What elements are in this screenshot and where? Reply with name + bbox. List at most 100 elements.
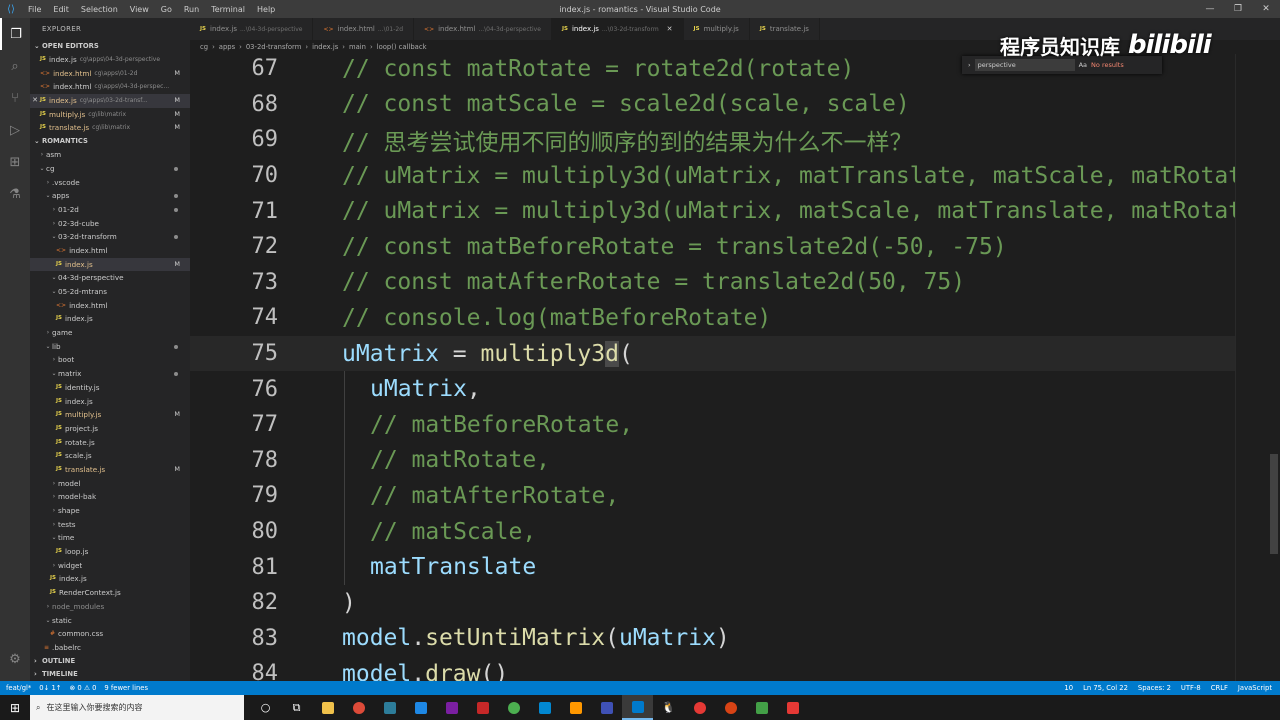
problems-status[interactable]: ⊗ 0 ⚠ 0 <box>70 684 97 692</box>
task-view-icon[interactable]: ⧉ <box>281 695 312 720</box>
app-icon[interactable] <box>436 695 467 720</box>
folder-item[interactable]: ⌄ apps <box>30 189 190 203</box>
code-text[interactable]: // uMatrix = multiply3d(uMatrix, matScal… <box>342 198 1235 224</box>
file-item[interactable]: JS RenderContext.js <box>30 586 190 600</box>
open-editor-item[interactable]: <> index.html cg\apps\01-2d M <box>30 67 190 81</box>
sync-status[interactable]: 0↓ 1↑ <box>39 684 61 692</box>
code-line[interactable]: 71 // uMatrix = multiply3d(uMatrix, matSc… <box>190 193 1236 229</box>
eol[interactable]: CRLF <box>1211 684 1228 692</box>
folder-item[interactable]: › model-bak <box>30 490 190 504</box>
file-item[interactable]: JS translate.js M <box>30 463 190 477</box>
code-text[interactable]: // const matBeforeRotate = translate2d(-… <box>342 234 1007 260</box>
file-item[interactable]: JS project.js <box>30 422 190 436</box>
app-icon[interactable] <box>591 695 622 720</box>
breadcrumb-item[interactable]: main <box>349 43 366 51</box>
code-line[interactable]: 74 // console.log(matBeforeRotate) <box>190 300 1235 336</box>
run-debug-icon[interactable]: ▷ <box>0 114 30 146</box>
folder-item[interactable]: ⌄ static <box>30 614 190 628</box>
chevron-right-icon[interactable]: › <box>968 61 971 69</box>
folder-item[interactable]: › asm <box>30 148 190 162</box>
file-item[interactable]: <> index.html <box>30 244 190 258</box>
folder-item[interactable]: ⌄ lib <box>30 340 190 354</box>
file-item[interactable]: JS index.js <box>30 572 190 586</box>
windows-start-icon[interactable]: ⊞ <box>0 701 30 715</box>
menu-item-selection[interactable]: Selection <box>75 5 124 14</box>
match-case-icon[interactable]: Aa <box>1079 61 1087 69</box>
code-line[interactable]: 81 matTranslate <box>190 549 1235 585</box>
outline-header[interactable]: › OUTLINE <box>30 655 190 668</box>
code-line[interactable]: 75 uMatrix = multiply3d( <box>190 335 1235 372</box>
code-line[interactable]: 80 // matScale, <box>190 514 1235 550</box>
app-icon[interactable] <box>467 695 498 720</box>
breadcrumb-item[interactable]: cg <box>200 43 208 51</box>
app-icon[interactable] <box>560 695 591 720</box>
chrome-icon[interactable] <box>343 695 374 720</box>
breadcrumb-item[interactable]: 03-2d-transform <box>246 43 302 51</box>
timeline-header[interactable]: › TIMELINE <box>30 668 190 681</box>
menu-item-terminal[interactable]: Terminal <box>205 5 251 14</box>
vscode-taskbar-icon[interactable] <box>622 695 653 720</box>
breadcrumb-item[interactable]: apps <box>219 43 235 51</box>
close-icon[interactable]: ✕ <box>30 94 40 108</box>
code-text[interactable]: uMatrix, <box>370 376 481 402</box>
editor-tab[interactable]: JS multiply.js <box>684 18 750 40</box>
taskbar-search[interactable]: ⌕ 在这里输入你要搜索的内容 <box>30 695 244 720</box>
code-text[interactable]: uMatrix = multiply3d( <box>342 340 633 367</box>
branch-status[interactable]: feat/gl* <box>6 684 31 692</box>
folder-item[interactable]: ⌄ cg <box>30 162 190 176</box>
encoding[interactable]: UTF-8 <box>1181 684 1201 692</box>
editor-scrollbar[interactable] <box>1235 54 1280 681</box>
open-editor-item[interactable]: JS translate.js cg\lib\matrix M <box>30 121 190 135</box>
folder-item[interactable]: ⌄ time <box>30 531 190 545</box>
app-icon[interactable] <box>777 695 808 720</box>
menu-item-run[interactable]: Run <box>178 5 205 14</box>
code-editor[interactable]: 67 // const matRotate = rotate2d(rotate) 6… <box>190 54 1235 681</box>
menu-item-edit[interactable]: Edit <box>47 5 75 14</box>
file-item[interactable]: JS index.js <box>30 312 190 326</box>
language-mode[interactable]: JavaScript <box>1238 684 1272 692</box>
open-editor-item[interactable]: JS index.js cg\apps\04-3d-perspective <box>30 53 190 67</box>
code-text[interactable]: matTranslate <box>370 554 536 580</box>
code-text[interactable]: model.setUntiMatrix(uMatrix) <box>342 625 730 651</box>
mail-icon[interactable] <box>529 695 560 720</box>
folder-item[interactable]: › node_modules <box>30 600 190 614</box>
code-text[interactable]: // matScale, <box>370 519 536 545</box>
file-item[interactable]: JS multiply.js M <box>30 408 190 422</box>
code-text[interactable]: // 思考尝试使用不同的顺序的到的结果为什么不一样？ <box>342 123 913 157</box>
file-item[interactable]: # common.css <box>30 627 190 641</box>
code-line[interactable]: 77 // matBeforeRotate, <box>190 407 1235 443</box>
file-explorer-icon[interactable] <box>312 695 343 720</box>
code-line[interactable]: 84 model.draw() <box>190 656 1235 681</box>
code-text[interactable]: // uMatrix = multiply3d(uMatrix, matTran… <box>342 163 1235 189</box>
folder-item[interactable]: ⌄ 03-2d-transform <box>30 230 190 244</box>
menu-item-view[interactable]: View <box>124 5 155 14</box>
file-item[interactable]: JS rotate.js <box>30 436 190 450</box>
file-item[interactable]: JS scale.js <box>30 449 190 463</box>
open-editors-header[interactable]: ⌄ OPEN EDITORS <box>30 40 190 53</box>
find-input[interactable]: perspective <box>974 59 1075 71</box>
open-editor-item[interactable]: ✕ JS index.js cg\apps\03-2d-transf... M <box>30 94 190 108</box>
open-editor-item[interactable]: JS multiply.js cg\lib\matrix M <box>30 108 190 122</box>
folder-item[interactable]: › .vscode <box>30 176 190 190</box>
editor-tab[interactable]: JS translate.js <box>750 18 820 40</box>
cortana-icon[interactable]: ○ <box>250 695 281 720</box>
folder-item[interactable]: › game <box>30 326 190 340</box>
breadcrumb-item[interactable]: index.js <box>312 43 338 51</box>
code-line[interactable]: 70 // uMatrix = multiply3d(uMatrix, matTr… <box>190 158 1236 194</box>
app-icon[interactable] <box>746 695 777 720</box>
code-line[interactable]: 83 model.setUntiMatrix(uMatrix) <box>190 621 1235 657</box>
folder-item[interactable]: ⌄ 04-3d-perspective <box>30 271 190 285</box>
editor-tab[interactable]: <> index.html ...\04-3d-perspective <box>414 18 552 40</box>
code-line[interactable]: 68 // const matScale = scale2d(scale, sca… <box>190 87 1235 123</box>
code-text[interactable]: model.draw() <box>342 661 508 681</box>
search-icon[interactable]: ⌕ <box>0 50 30 82</box>
source-control-icon[interactable]: ⑂ <box>0 82 30 114</box>
breadcrumb-item[interactable]: loop() callback <box>377 43 427 51</box>
app-icon[interactable] <box>684 695 715 720</box>
code-line[interactable]: 73 // const matAfterRotate = translate2d(… <box>190 265 1235 301</box>
menu-item-help[interactable]: Help <box>251 5 281 14</box>
scrollbar-thumb[interactable] <box>1270 454 1278 554</box>
code-line[interactable]: 72 // const matBeforeRotate = translate2d… <box>190 229 1235 265</box>
folder-item[interactable]: › model <box>30 477 190 491</box>
code-line[interactable]: 79 // matAfterRotate, <box>190 478 1235 514</box>
